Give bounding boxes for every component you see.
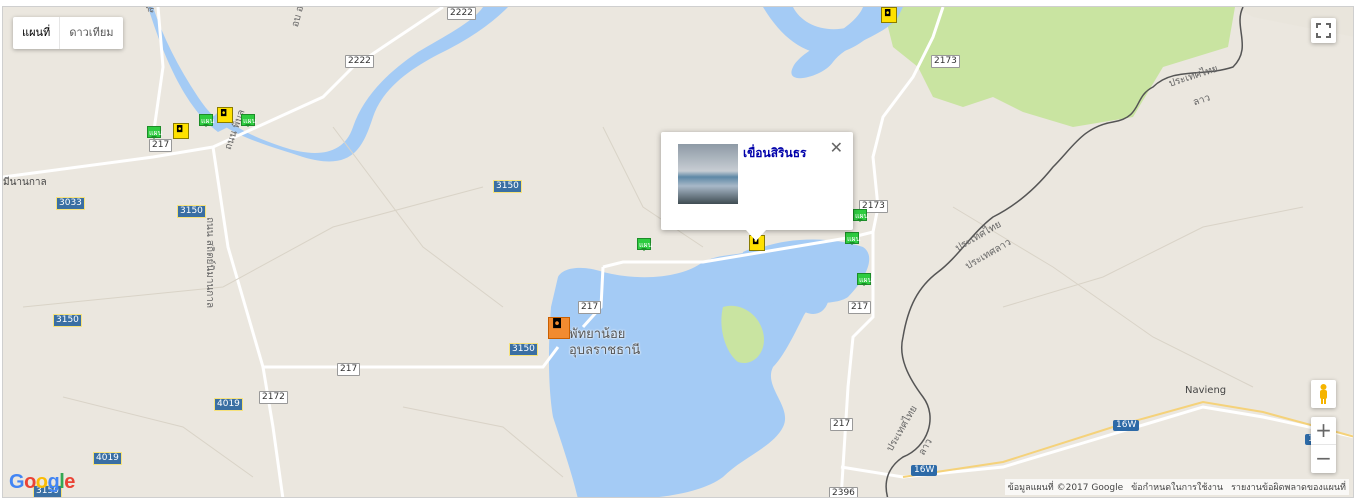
- camera-marker[interactable]: ◘: [217, 107, 233, 123]
- place-label-left: มีนานกาล: [3, 177, 47, 188]
- route-shield: 217: [578, 301, 602, 314]
- close-icon[interactable]: ✕: [830, 138, 843, 157]
- poi-marker-green[interactable]: แผน: [845, 232, 861, 245]
- google-logo[interactable]: Google: [9, 471, 75, 494]
- logo-letter: o: [24, 471, 36, 493]
- route-shield: 3033: [56, 197, 85, 210]
- zoom-in-button[interactable]: +: [1311, 417, 1336, 445]
- route-shield: 217: [830, 418, 854, 431]
- camera-icon: ◘: [220, 109, 228, 119]
- marker-label: แผน: [243, 117, 257, 125]
- route-shield: 2172: [259, 391, 288, 404]
- fullscreen-icon: [1316, 23, 1331, 38]
- route-shield: 2222: [345, 55, 374, 68]
- report-error-link[interactable]: รายงานข้อผิดพลาดของแผนที่: [1231, 480, 1346, 494]
- map-type-control: แผนที่ ดาวเทียม: [13, 17, 123, 49]
- logo-letter: g: [47, 471, 60, 493]
- attribution-bar: ข้อมูลแผนที่ ©2017 Google ข้อกำหนดในการใ…: [1004, 479, 1349, 495]
- fullscreen-button[interactable]: [1311, 18, 1336, 43]
- route-shield: 3150: [53, 314, 82, 327]
- poi-marker-green[interactable]: แผน: [147, 126, 163, 139]
- camera-marker[interactable]: ◘: [881, 7, 897, 23]
- marker-label: แผน: [855, 212, 869, 220]
- route-shield: 4019: [214, 398, 243, 411]
- info-window-title-link[interactable]: เขื่อนสิรินธร: [743, 144, 806, 163]
- info-window: เขื่อนสิรินธร ✕: [661, 132, 853, 241]
- pegman-icon: [1320, 384, 1327, 404]
- poi-marker-green[interactable]: แผน: [637, 238, 653, 251]
- marker-label: แผน: [149, 129, 163, 137]
- marker-label: แผน: [847, 235, 861, 243]
- logo-letter: o: [35, 471, 48, 493]
- marker-label: แผน: [639, 241, 653, 249]
- route-shield: 3150: [509, 343, 538, 356]
- marker-label: แผน: [201, 117, 215, 125]
- zoom-out-button[interactable]: −: [1311, 445, 1336, 473]
- route-shield: 217: [848, 301, 872, 314]
- logo-letter: e: [64, 471, 75, 493]
- route-shield: 3150: [493, 180, 522, 193]
- route-shield: 16W: [1113, 420, 1140, 431]
- map-data-attribution: ข้อมูลแผนที่ ©2017 Google: [1007, 483, 1124, 493]
- camera-icon: ◘: [176, 125, 184, 135]
- map-type-map-button[interactable]: แผนที่: [13, 17, 61, 49]
- route-shield: 217: [337, 363, 361, 376]
- street-view-pegman[interactable]: [1311, 380, 1336, 408]
- route-shield: 2396: [829, 487, 858, 497]
- poi-marker-green[interactable]: แผน: [241, 114, 257, 127]
- poi-marker-green[interactable]: แผน: [853, 209, 869, 222]
- route-shield: 16W: [911, 465, 938, 476]
- poi-marker-green[interactable]: แผน: [857, 273, 873, 286]
- logo-letter: G: [9, 471, 25, 493]
- camera-icon: ◘: [552, 317, 563, 332]
- marker-label: แผน: [859, 276, 873, 284]
- place-thumbnail[interactable]: [678, 144, 738, 204]
- place-label-navieng: Navieng: [1185, 385, 1227, 396]
- route-shield: 4019: [93, 452, 122, 465]
- map-type-satellite-button[interactable]: ดาวเทียม: [60, 17, 122, 49]
- terms-link[interactable]: ข้อกำหนดในการใช้งาน: [1131, 480, 1223, 494]
- camera-marker[interactable]: ◘: [173, 123, 189, 139]
- route-shield: 3150: [177, 205, 206, 218]
- camera-marker-selected[interactable]: ◘: [548, 317, 570, 339]
- camera-icon: ◘: [884, 9, 892, 19]
- map-canvas[interactable]: มีนานกาล ถนน สถิตย์นิมานกาล ถนน พิบูล ลำ…: [2, 6, 1354, 498]
- zoom-control: + −: [1311, 417, 1336, 473]
- poi-marker-green[interactable]: แผน: [199, 114, 215, 127]
- place-label-main: อุบลราชธานี: [569, 343, 641, 358]
- road-name-label: ถนน สถิตย์นิมานกาล: [204, 217, 215, 309]
- route-shield: 2222: [447, 7, 476, 20]
- route-shield: 2173: [931, 55, 960, 68]
